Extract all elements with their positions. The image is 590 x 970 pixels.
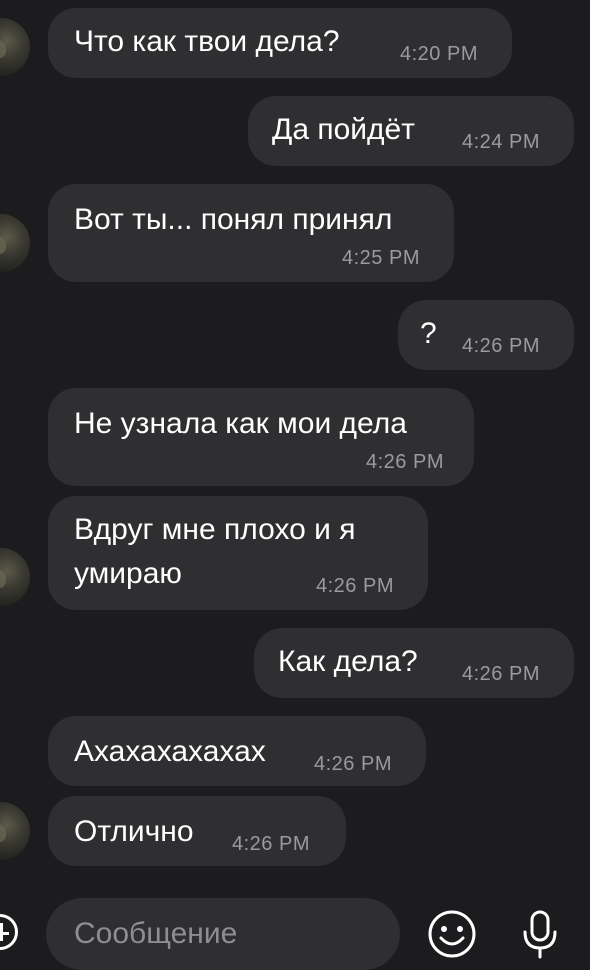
message-timestamp: 4:26 PM (462, 335, 540, 357)
message-text: ? (420, 317, 437, 350)
microphone-icon[interactable] (514, 908, 566, 960)
incoming-message[interactable]: Вот ты... понял принял 4:25 PM (48, 184, 454, 282)
incoming-message[interactable]: Что как твои дела? 4:20 PM (48, 8, 512, 78)
message-timestamp: 4:26 PM (462, 663, 540, 685)
message-timestamp: 4:26 PM (314, 753, 392, 775)
incoming-message[interactable]: Ахахахахахах 4:26 PM (48, 716, 426, 786)
chat-screen: Что как твои дела? 4:20 PM Да пойдёт 4:2… (0, 0, 590, 970)
message-timestamp: 4:26 PM (232, 833, 310, 855)
outgoing-message[interactable]: Как дела? 4:26 PM (254, 628, 574, 698)
message-text-line-2: умираю (74, 557, 182, 590)
message-timestamp: 4:24 PM (462, 131, 540, 153)
outgoing-message[interactable]: ? 4:26 PM (398, 300, 574, 370)
message-text: Отлично (74, 815, 194, 848)
message-text: Вот ты... понял принял (74, 203, 393, 236)
plus-circle-icon[interactable] (0, 914, 18, 950)
message-text: Ахахахахахах (74, 735, 266, 768)
contact-avatar[interactable] (0, 18, 30, 76)
message-input[interactable] (46, 898, 400, 970)
message-text: Не узнала как мои дела (74, 407, 407, 440)
message-timestamp: 4:26 PM (316, 575, 394, 597)
message-text: Как дела? (278, 645, 418, 678)
contact-avatar[interactable] (0, 548, 30, 606)
message-timestamp: 4:26 PM (366, 451, 444, 473)
incoming-message[interactable]: Не узнала как мои дела 4:26 PM (48, 388, 474, 486)
incoming-message[interactable]: Отлично 4:26 PM (48, 796, 346, 866)
message-timestamp: 4:20 PM (400, 43, 478, 65)
message-composer (0, 888, 590, 970)
contact-avatar[interactable] (0, 802, 30, 860)
message-text: Да пойдёт (272, 113, 415, 146)
smiley-icon[interactable] (426, 908, 478, 960)
incoming-message[interactable]: Вдруг мне плохо и я умираю 4:26 PM (48, 496, 428, 610)
message-timestamp: 4:25 PM (342, 247, 420, 269)
contact-avatar[interactable] (0, 214, 30, 272)
message-text: Что как твои дела? (74, 25, 340, 58)
message-text-line-1: Вдруг мне плохо и я (74, 513, 356, 546)
outgoing-message[interactable]: Да пойдёт 4:24 PM (248, 96, 574, 166)
